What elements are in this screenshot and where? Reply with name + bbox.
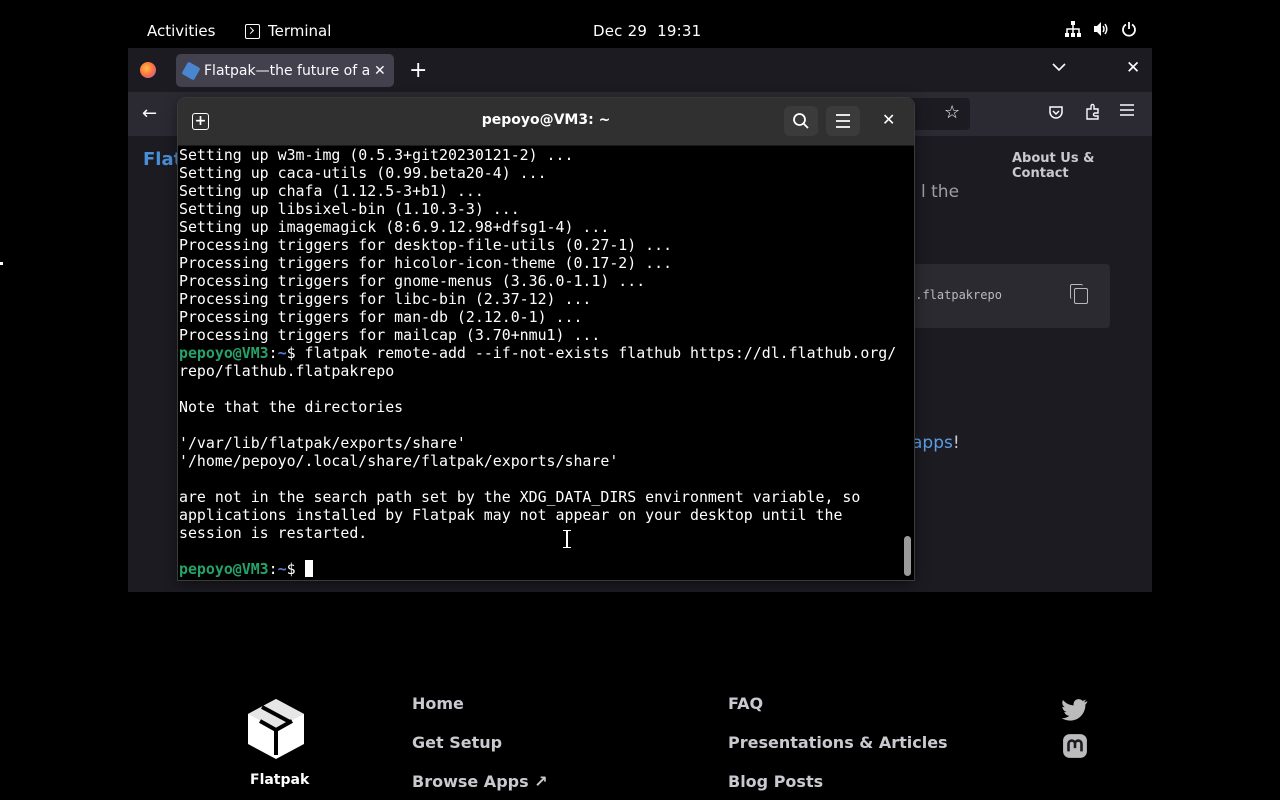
power-icon (1122, 22, 1136, 37)
pocket-icon[interactable] (1048, 104, 1064, 120)
network-icon (1065, 21, 1081, 37)
bookmark-star-icon[interactable]: ☆ (944, 102, 960, 123)
terminal-output-line: Setting up chafa (1.12.5-3+b1) ... (179, 182, 484, 200)
search-icon (793, 113, 809, 129)
terminal-prompt-line: pepoyo@VM3:~$ (179, 560, 899, 578)
mastodon-icon[interactable] (1062, 733, 1088, 759)
command-text: flatpak remote-add --if-not-exists flath… (304, 344, 897, 362)
terminal-output-line: '/var/lib/flatpak/exports/share' (179, 434, 466, 452)
prompt-user: pepoyo@VM3 (179, 560, 269, 578)
tab-close-button[interactable]: ✕ (374, 63, 386, 79)
terminal-output-line: Setting up caca-utils (0.99.beta20-4) ..… (179, 164, 547, 182)
twitter-icon[interactable] (1062, 696, 1088, 722)
terminal-output-line: Processing triggers for hicolor-icon-the… (179, 254, 673, 272)
firefox-icon[interactable] (140, 62, 156, 78)
flatpak-logo-icon[interactable] (246, 697, 306, 761)
terminal-output-line: Processing triggers for gnome-menus (3.3… (179, 272, 646, 290)
window-close-button[interactable]: ✕ (1126, 58, 1140, 78)
footer-link-blog[interactable]: Blog Posts (728, 772, 823, 791)
code-text: o.flatpakrepo (908, 288, 1002, 302)
terminal-search-button[interactable] (784, 106, 818, 136)
terminal-output-line: Processing triggers for mailcap (3.70+nm… (179, 326, 601, 344)
prompt-separator: : (268, 560, 278, 578)
terminal-menu-button[interactable] (826, 106, 860, 136)
footer-brand: Flatpak (250, 772, 310, 788)
terminal-icon (245, 23, 260, 39)
terminal-output-line: Setting up libsixel-bin (1.10.3-3) ... (179, 200, 520, 218)
clock-time: 19:31 (657, 22, 702, 40)
system-tray[interactable] (1065, 21, 1137, 37)
apps-punctuation: ! (952, 433, 960, 453)
terminal-output-line: '/home/pepoyo/.local/share/flatpak/expor… (179, 452, 619, 470)
footer-link-browse-apps[interactable]: Browse Apps ↗ (412, 772, 548, 791)
prompt-symbol: $ (286, 560, 305, 578)
clock[interactable]: Dec 29 19:31 (593, 22, 701, 40)
prompt-path: ~ (277, 560, 287, 578)
scrollbar-thumb[interactable] (904, 536, 911, 576)
terminal-close-button[interactable]: ✕ (882, 110, 895, 129)
new-tab-button[interactable]: + (409, 58, 427, 83)
chevron-down-icon (1052, 63, 1066, 72)
terminal-prompt-line: pepoyo@VM3:~$ flatpak remote-add --if-no… (179, 344, 899, 362)
app-name: Terminal (268, 22, 332, 40)
footer-link-get-setup[interactable]: Get Setup (412, 733, 502, 752)
footer-link-faq[interactable]: FAQ (728, 694, 763, 713)
terminal-output-line: session is restarted. (179, 524, 368, 542)
terminal-output-line: are not in the search path set by the XD… (179, 488, 861, 506)
hamburger-menu-icon[interactable] (1119, 102, 1135, 118)
extensions-icon[interactable] (1084, 103, 1102, 121)
prompt-path: ~ (277, 344, 287, 362)
flatpak-favicon-icon (181, 60, 201, 81)
terminal-scrollbar[interactable] (904, 146, 912, 578)
terminal-output[interactable]: Setting up w3m-img (0.5.3+git20230121-2)… (179, 146, 899, 580)
terminal-window[interactable]: + pepoyo@VM3: ~ ✕ Setting up w3m-img (0.… (178, 98, 914, 580)
activities-button[interactable]: Activities (147, 22, 215, 40)
back-button[interactable]: ← (142, 103, 157, 124)
prompt-user: pepoyo@VM3 (179, 344, 269, 362)
terminal-output-line: applications installed by Flatpak may no… (179, 506, 843, 524)
code-block: o.flatpakrepo (888, 264, 1110, 328)
copy-icon[interactable] (1070, 284, 1088, 304)
prompt-symbol: $ (286, 344, 305, 362)
terminal-output-line: Processing triggers for desktop-file-uti… (179, 236, 673, 254)
terminal-output-line: Setting up w3m-img (0.5.3+git20230121-2)… (179, 146, 574, 164)
terminal-output-line: Processing triggers for libc-bin (2.37-1… (179, 290, 592, 308)
list-tabs-button[interactable] (1052, 60, 1066, 76)
app-menu[interactable]: Terminal (245, 22, 331, 40)
terminal-headerbar[interactable]: + pepoyo@VM3: ~ ✕ (178, 98, 914, 146)
terminal-output-line: Note that the directories (179, 398, 404, 416)
site-logo[interactable]: Flat (143, 149, 182, 170)
apps-link[interactable]: apps (912, 433, 953, 453)
terminal-output-line: Setting up imagemagick (8:6.9.12.98+dfsg… (179, 218, 610, 236)
terminal-output-line: repo/flathub.flatpakrepo (179, 362, 395, 380)
text-cursor-ibeam (563, 530, 571, 548)
browse-apps-text: apps! (912, 433, 960, 453)
terminal-cursor (304, 560, 313, 577)
volume-icon (1094, 22, 1108, 36)
footer-link-home[interactable]: Home (412, 694, 464, 713)
tab-bar: Flatpak—the future of apps ✕ + ✕ (128, 48, 1152, 92)
clock-date: Dec 29 (593, 22, 648, 40)
tab-title: Flatpak—the future of apps (204, 62, 370, 79)
hamburger-menu-icon (836, 114, 850, 128)
terminal-output-line: Processing triggers for man-db (2.12.0-1… (179, 308, 583, 326)
browser-tab[interactable]: Flatpak—the future of apps ✕ (176, 54, 394, 87)
screen-marker (0, 262, 3, 265)
footer-link-presentations[interactable]: Presentations & Articles (728, 733, 948, 752)
intro-text: l the (921, 182, 960, 202)
desktop: Activities Terminal Dec 29 19:31 Flatpak… (0, 0, 1280, 800)
about-contact-link[interactable]: About Us & Contact (1012, 151, 1152, 181)
prompt-separator: : (268, 344, 278, 362)
